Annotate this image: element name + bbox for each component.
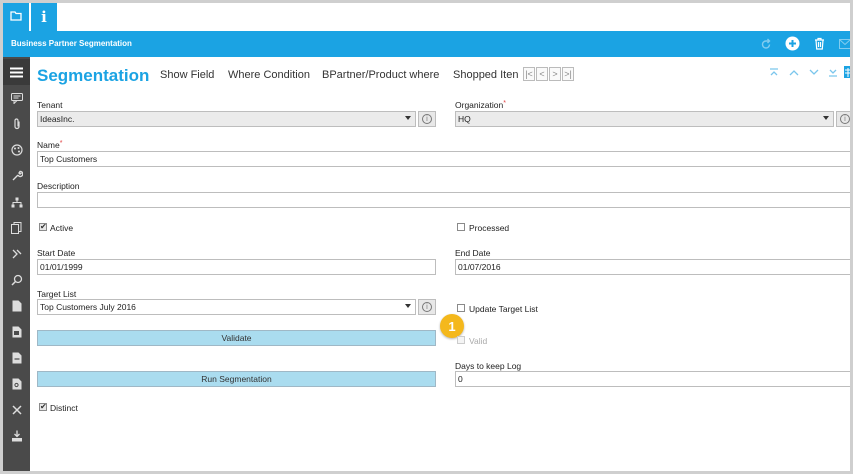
chevron-down-icon bbox=[405, 304, 411, 308]
start-date-value: 01/01/1999 bbox=[40, 262, 83, 272]
delete-icon[interactable] bbox=[812, 36, 827, 51]
hamburger-menu-icon[interactable] bbox=[3, 59, 30, 85]
callout-badge: 1 bbox=[440, 314, 464, 338]
active-label: Active bbox=[50, 223, 74, 233]
description-field[interactable] bbox=[37, 192, 850, 208]
sidebar bbox=[3, 57, 30, 471]
info-circle-icon: i bbox=[422, 114, 432, 124]
last-record-icon[interactable] bbox=[827, 66, 839, 78]
description-label: Description bbox=[37, 181, 80, 191]
end-date-value: 01/07/2016 bbox=[458, 262, 501, 272]
zoom-icon[interactable] bbox=[3, 267, 30, 293]
wrench-icon[interactable] bbox=[3, 163, 30, 189]
info-circle-icon: i bbox=[422, 302, 432, 312]
start-date-label: Start Date bbox=[37, 248, 76, 258]
target-list-label: Target List bbox=[37, 289, 77, 299]
attachment-icon[interactable] bbox=[3, 111, 30, 137]
tenant-info-button[interactable]: i bbox=[418, 111, 436, 127]
tab-toolbar: Segmentation Show Field Where Condition … bbox=[30, 57, 850, 95]
name-field[interactable]: Top Customers bbox=[37, 151, 850, 167]
hierarchy-icon[interactable] bbox=[3, 189, 30, 215]
required-marker: * bbox=[59, 140, 63, 147]
processed-label: Processed bbox=[469, 223, 510, 233]
required-marker: * bbox=[503, 100, 506, 107]
target-list-info-button[interactable]: i bbox=[418, 299, 436, 315]
inbox-download-icon[interactable] bbox=[3, 423, 30, 449]
days-to-keep-log-label: Days to keep Log bbox=[455, 361, 522, 371]
documents-icon[interactable] bbox=[3, 215, 30, 241]
tenant-label: Tenant bbox=[37, 100, 63, 110]
chat-icon[interactable] bbox=[3, 85, 30, 111]
tab-show-field[interactable]: Show Field bbox=[160, 69, 214, 81]
name-label: Name* bbox=[37, 140, 63, 150]
name-value: Top Customers bbox=[40, 154, 98, 164]
next-record-icon[interactable] bbox=[808, 66, 820, 78]
add-record-icon[interactable] bbox=[785, 36, 800, 51]
previous-tab-button[interactable]: < bbox=[536, 67, 548, 81]
valid-checkbox bbox=[457, 336, 465, 344]
window-titlebar: Business Partner Segmentation bbox=[3, 31, 850, 57]
validate-button[interactable]: Validate bbox=[37, 330, 436, 346]
tab-segmentation[interactable]: Segmentation bbox=[37, 66, 149, 86]
target-list-value: Top Customers July 2016 bbox=[40, 302, 136, 312]
target-list-select[interactable]: Top Customers July 2016 bbox=[37, 299, 416, 315]
start-date-field[interactable]: 01/01/1999 bbox=[37, 259, 436, 275]
valid-label: Valid bbox=[469, 336, 488, 346]
active-checkbox[interactable]: ✔ bbox=[39, 223, 47, 231]
end-date-field[interactable]: 01/07/2016 bbox=[455, 259, 850, 275]
mail-icon[interactable] bbox=[837, 36, 850, 51]
last-tab-button[interactable]: >| bbox=[562, 67, 574, 81]
tab-strip: i bbox=[3, 3, 850, 31]
distinct-checkbox[interactable]: ✔ bbox=[39, 403, 47, 411]
folder-icon bbox=[10, 11, 22, 23]
app-frame: i Business Partner Segmentation Segmenta… bbox=[0, 0, 853, 474]
previous-record-icon[interactable] bbox=[788, 66, 800, 78]
tenant-select[interactable]: IdeasInc. bbox=[37, 111, 416, 127]
end-date-label: End Date bbox=[455, 248, 491, 258]
days-to-keep-log-value: 0 bbox=[458, 374, 463, 384]
first-record-icon[interactable] bbox=[768, 66, 780, 78]
tab-info[interactable]: i bbox=[31, 3, 57, 31]
chevron-down-icon bbox=[823, 116, 829, 120]
organization-select[interactable]: HQ bbox=[455, 111, 834, 127]
chevron-down-icon bbox=[405, 116, 411, 120]
next-tab-button[interactable]: > bbox=[549, 67, 561, 81]
organization-info-button[interactable]: i bbox=[836, 111, 850, 127]
distinct-label: Distinct bbox=[50, 403, 78, 413]
info-icon: i bbox=[41, 8, 47, 26]
run-segmentation-button[interactable]: Run Segmentation bbox=[37, 371, 436, 387]
processed-checkbox[interactable] bbox=[457, 223, 465, 231]
update-target-list-label: Update Target List bbox=[469, 304, 538, 314]
palette-icon[interactable] bbox=[3, 137, 30, 163]
first-tab-button[interactable]: |< bbox=[523, 67, 535, 81]
route-icon[interactable] bbox=[3, 241, 30, 267]
file-search-icon[interactable] bbox=[3, 371, 30, 397]
undo-icon[interactable] bbox=[758, 36, 773, 51]
export-icon[interactable] bbox=[3, 345, 30, 371]
print-preview-icon[interactable] bbox=[3, 319, 30, 345]
tab-folder[interactable] bbox=[3, 3, 29, 31]
days-to-keep-log-field[interactable]: 0 bbox=[455, 371, 850, 387]
info-circle-icon: i bbox=[840, 114, 850, 124]
tab-where-condition[interactable]: Where Condition bbox=[228, 69, 310, 81]
tenant-value: IdeasInc. bbox=[40, 114, 75, 124]
tab-shopped-items[interactable]: Shopped Iten bbox=[453, 69, 520, 81]
window-title: Business Partner Segmentation bbox=[11, 39, 132, 48]
organization-value: HQ bbox=[458, 114, 471, 124]
update-target-list-checkbox[interactable] bbox=[457, 304, 465, 312]
report-icon[interactable] bbox=[3, 293, 30, 319]
organization-label: Organization* bbox=[455, 100, 506, 110]
grid-toggle-icon[interactable] bbox=[844, 66, 850, 78]
tab-navigation: |< < > >| bbox=[523, 67, 575, 81]
close-icon[interactable] bbox=[3, 397, 30, 423]
tab-bpartner-product-where[interactable]: BPartner/Product where bbox=[322, 69, 439, 81]
